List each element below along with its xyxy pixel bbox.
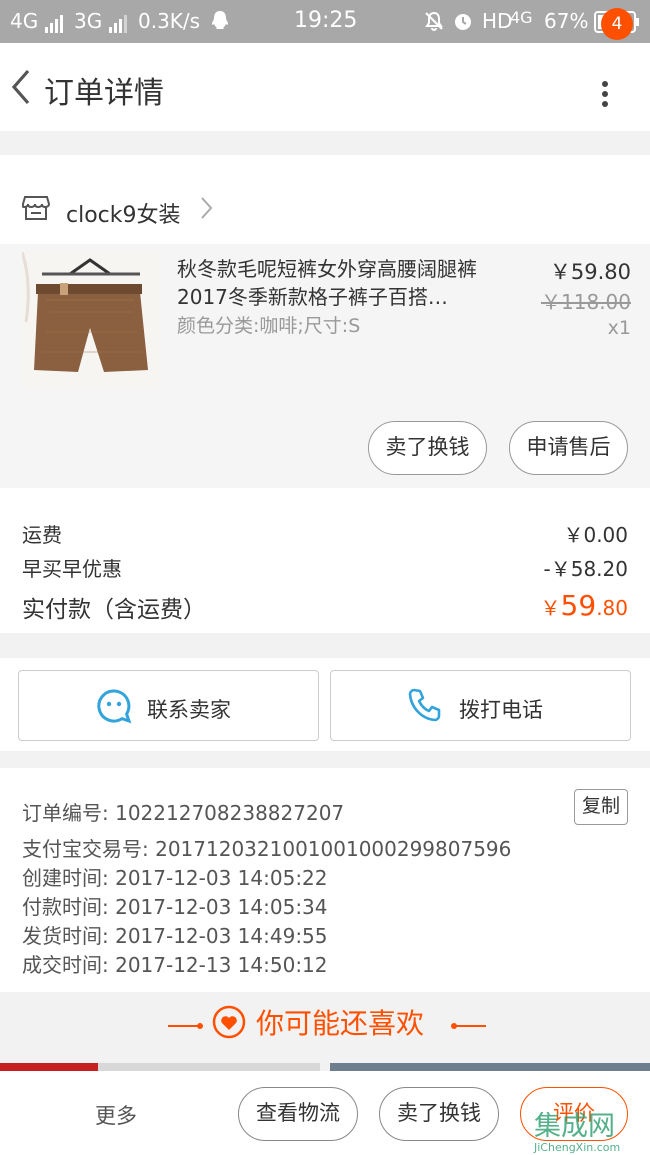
signal-bars-icon [108,9,129,33]
chevron-right-icon [198,196,214,224]
clock: 19:25 [294,8,358,33]
product-title[interactable]: 秋冬款毛呢短裤女外穿高腰阔腿裤2017冬季新款格子裤子百搭… [177,255,502,311]
shipping-value: ￥0.00 [563,523,628,547]
shipping-label: 运费 [22,523,62,547]
recommend-title: 你可能还喜欢 [256,1007,425,1040]
completed-time: 成交时间: 2017-12-13 14:50:12 [22,953,328,977]
chat-icon [96,688,132,728]
alipay-trade-number: 支付宝交易号: 2017120321001001000299807596 [22,837,512,861]
call-phone-label: 拨打电话 [459,698,543,722]
order-number: 订单编号: 102212708238827207 [22,801,345,825]
paid-currency: ￥ [540,596,561,620]
mute-icon [423,10,445,37]
copy-button[interactable]: 复制 [574,789,628,825]
paid-amount: ￥59.80 [541,589,628,622]
paid-integer: 59 [560,589,597,622]
network-type-1: 4G [10,9,39,33]
paid-decimal: .80 [596,596,628,620]
watermark: 集成网 [534,1111,615,1142]
alarm-icon [452,10,474,37]
watermark-url: JiChengXin.com [534,1141,621,1154]
discount-label: 早买早优惠 [22,557,122,581]
shop-name[interactable]: clock9女装 [66,197,181,229]
more-menu-button[interactable] [590,78,620,118]
product-sku: 颜色分类:咖啡;尺寸:S [177,315,361,337]
call-phone-button[interactable]: 拨打电话 [330,670,631,741]
decor-line-right-icon [448,1016,486,1035]
contact-seller-label: 联系卖家 [147,698,231,722]
message-count-badge: 4 [601,8,633,40]
view-logistics-button[interactable]: 查看物流 [238,1087,358,1141]
product-price: ￥59.80 [549,260,631,284]
signal-group-1: 4G [10,9,65,33]
order-detail-screen: 4G 3G 0.3K/s 19:25 HD 4G 67% 订单详情 4 cloc… [0,0,650,1155]
chevron-left-icon [11,69,30,105]
paid-time: 付款时间: 2017-12-03 14:05:34 [22,895,328,919]
page-title: 订单详情 [44,76,164,111]
paid-label: 实付款（含运费） [22,597,206,623]
shipped-time: 发货时间: 2017-12-03 14:49:55 [22,924,328,948]
decor-line-left-icon [168,1016,206,1035]
more-vertical-icon [602,81,608,107]
product-shorts-image [22,252,159,389]
heart-icon [212,1005,246,1043]
store-icon [21,195,51,225]
spacer-strip [0,155,650,172]
created-time: 创建时间: 2017-12-03 14:05:22 [22,866,328,890]
signal-group-2: 3G [74,9,129,33]
sell-for-cash-bottom-button[interactable]: 卖了换钱 [379,1087,499,1141]
back-button[interactable] [8,67,42,107]
title-bar: 订单详情 [0,43,650,131]
network-type-3: 4G [510,8,533,27]
more-link[interactable]: 更多 [95,1100,137,1130]
signal-bars-icon [44,9,65,33]
contact-seller-button[interactable]: 联系卖家 [18,670,319,741]
network-type-2: 3G [74,9,103,33]
status-bar: 4G 3G 0.3K/s 19:25 HD 4G 67% [0,0,650,43]
sell-for-cash-button[interactable]: 卖了换钱 [368,421,487,475]
product-original-price: ￥118.00 [541,290,631,314]
product-quantity: x1 [607,317,631,339]
battery-percent: 67% [544,9,589,33]
phone-icon [407,687,443,727]
qq-icon [211,10,229,35]
network-speed: 0.3K/s [138,9,201,33]
product-thumbnail[interactable] [22,252,159,389]
hd-label: HD [482,9,513,33]
apply-after-sale-button[interactable]: 申请售后 [509,421,628,475]
discount-value: -￥58.20 [543,557,628,581]
